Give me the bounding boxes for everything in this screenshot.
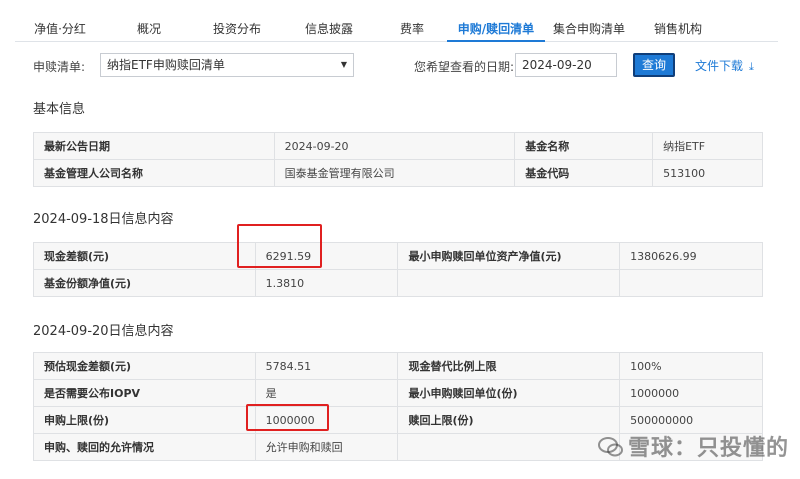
table-cell: 2024-09-20 <box>273 132 516 160</box>
list-select-value: 纳指ETF申购赎回清单 <box>107 58 225 72</box>
table-row: 预估现金差额(元) 5784.51 现金替代比例上限 100% <box>33 352 763 380</box>
watermark-text: 雪球：只投懂的 <box>628 436 790 461</box>
table-row: 最新公告日期 2024-09-20 基金名称 纳指ETF <box>33 132 763 160</box>
table-cell: 513100 <box>652 159 763 187</box>
tab-purchase-redemption-list[interactable]: 申购/赎回清单 <box>447 18 545 42</box>
tab-nav-dividend[interactable]: 净值·分红 <box>15 18 105 42</box>
tab-disclosure[interactable]: 信息披露 <box>281 18 377 42</box>
table-cell: 是 <box>254 379 399 407</box>
table-cell <box>397 433 621 461</box>
basic-info-table: 最新公告日期 2024-09-20 基金名称 纳指ETF 基金管理人公司名称 国… <box>33 132 763 187</box>
tab-fees[interactable]: 费率 <box>377 18 447 42</box>
tab-collective-purchase-list[interactable]: 集合申购清单 <box>545 18 633 42</box>
section-0920-title: 2024-09-20日信息内容 <box>33 324 174 339</box>
table-row: 是否需要公布IOPV 是 最小申购赎回单位(份) 1000000 <box>33 379 763 407</box>
tab-sales-agencies[interactable]: 销售机构 <box>633 18 723 42</box>
section-0918-table: 现金差额(元) 6291.59 最小申购赎回单位资产净值(元) 1380626.… <box>33 242 763 297</box>
table-cell: 赎回上限(份) <box>397 406 621 434</box>
highlight-box-cash-difference <box>237 224 322 268</box>
table-cell: 基金代码 <box>514 159 654 187</box>
table-cell: 最小申购赎回单位(份) <box>397 379 621 407</box>
table-cell <box>619 269 763 297</box>
table-cell: 基金管理人公司名称 <box>33 159 275 187</box>
date-label: 您希望查看的日期: <box>414 60 515 74</box>
table-cell: 预估现金差额(元) <box>33 352 256 380</box>
table-cell: 允许申购和赎回 <box>254 433 399 461</box>
table-cell: 1380626.99 <box>619 242 763 270</box>
table-cell: 基金名称 <box>514 132 654 160</box>
table-row: 现金差额(元) 6291.59 最小申购赎回单位资产净值(元) 1380626.… <box>33 242 763 270</box>
section-0918-title: 2024-09-18日信息内容 <box>33 212 174 227</box>
date-input[interactable]: 2024-09-20 <box>515 53 617 77</box>
download-icon: ⤓ <box>749 60 754 73</box>
table-cell: 最新公告日期 <box>33 132 275 160</box>
tab-overview[interactable]: 概况 <box>105 18 193 42</box>
table-cell: 1000000 <box>619 379 763 407</box>
table-cell: 5784.51 <box>254 352 399 380</box>
list-select[interactable]: 纳指ETF申购赎回清单 ▼ <box>100 53 354 77</box>
table-cell: 申购上限(份) <box>33 406 256 434</box>
table-cell: 国泰基金管理有限公司 <box>273 159 516 187</box>
table-row: 基金管理人公司名称 国泰基金管理有限公司 基金代码 513100 <box>33 159 763 187</box>
tab-investment-distribution[interactable]: 投资分布 <box>193 18 281 42</box>
table-cell: 1.3810 <box>254 269 399 297</box>
download-label: 文件下载 <box>695 59 744 73</box>
table-row: 基金份额净值(元) 1.3810 <box>33 269 763 297</box>
table-cell <box>397 269 621 297</box>
table-cell: 申购、赎回的允许情况 <box>33 433 256 461</box>
basic-info-title: 基本信息 <box>33 102 86 117</box>
list-select-label: 申赎清单: <box>33 60 86 74</box>
table-cell: 基金份额净值(元) <box>33 269 256 297</box>
table-cell: 现金差额(元) <box>33 242 256 270</box>
tab-bar: 净值·分红 概况 投资分布 信息披露 费率 申购/赎回清单 集合申购清单 销售机… <box>15 18 778 42</box>
download-link[interactable]: 文件下载 ⤓ <box>695 57 754 74</box>
caret-down-icon: ▼ <box>340 60 347 69</box>
table-cell: 纳指ETF <box>652 132 763 160</box>
table-cell: 现金替代比例上限 <box>397 352 621 380</box>
table-cell: 是否需要公布IOPV <box>33 379 256 407</box>
table-cell: 100% <box>619 352 763 380</box>
wechat-icon <box>598 437 623 457</box>
highlight-box-purchase-limit <box>246 404 329 431</box>
table-cell: 最小申购赎回单位资产净值(元) <box>397 242 621 270</box>
query-button[interactable]: 查询 <box>633 53 675 77</box>
watermark: 雪球：只投懂的 <box>598 430 789 462</box>
